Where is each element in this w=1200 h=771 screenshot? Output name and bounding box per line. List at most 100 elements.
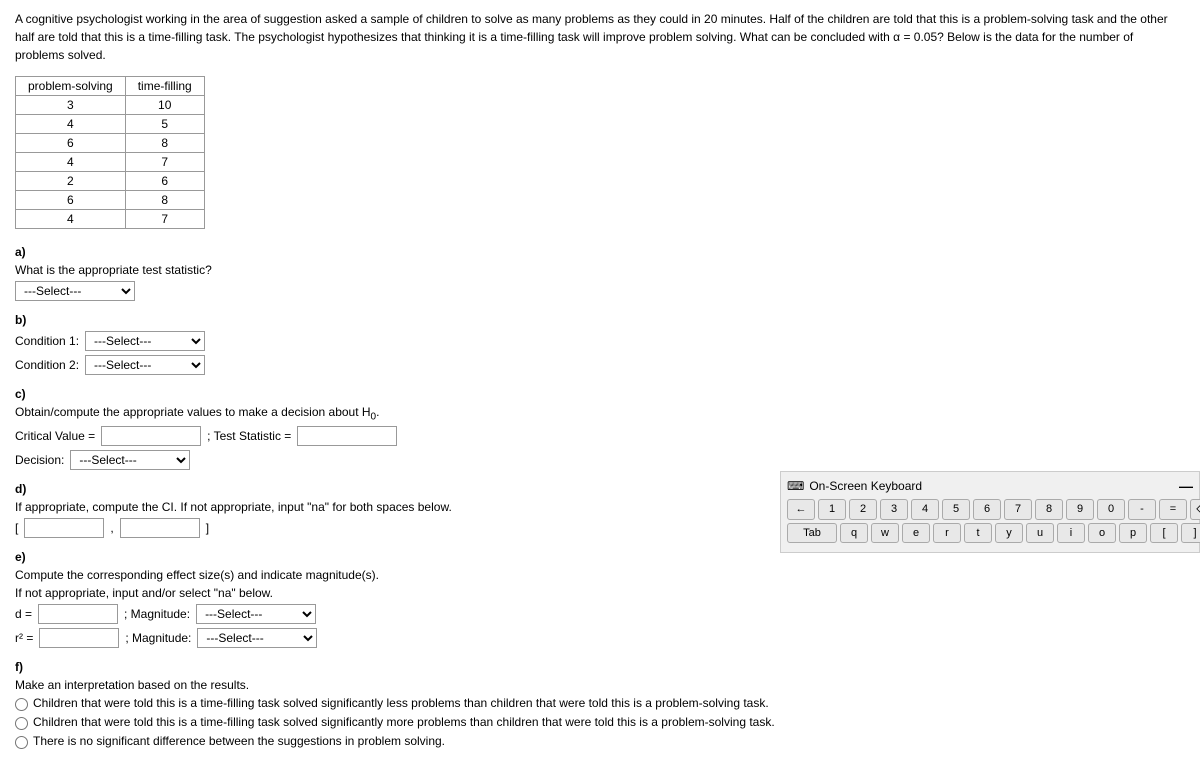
osk-row-2: Tabqwertyuiop[]\DelEndPgDn bbox=[787, 523, 1193, 543]
f-radio-2[interactable] bbox=[15, 736, 28, 749]
d-label: d = bbox=[15, 607, 32, 621]
r2-magnitude-select[interactable]: ---Select--- bbox=[197, 628, 317, 648]
osk-key[interactable]: 0 bbox=[1097, 499, 1125, 520]
osk-key[interactable]: 2 bbox=[849, 499, 877, 520]
problem-text: A cognitive psychologist working in the … bbox=[15, 10, 1185, 64]
f-option-label-1: Children that were told this is a time-f… bbox=[33, 715, 775, 729]
table-cell: 8 bbox=[125, 134, 204, 153]
osk-key[interactable]: 4 bbox=[911, 499, 939, 520]
d-magnitude-label: ; Magnitude: bbox=[124, 607, 190, 621]
table-cell: 4 bbox=[16, 210, 126, 229]
col-header-time-filling: time-filling bbox=[125, 77, 204, 96]
section-b: b) Condition 1: ---Select--- Condition 2… bbox=[15, 313, 1185, 375]
radio-option: Children that were told this is a time-f… bbox=[15, 696, 1185, 711]
r2-magnitude-label: ; Magnitude: bbox=[125, 631, 191, 645]
osk-key[interactable]: ] bbox=[1181, 523, 1200, 543]
osk-close-button[interactable]: — bbox=[1179, 478, 1193, 494]
decision-label: Decision: bbox=[15, 453, 64, 467]
ci-close-bracket: ] bbox=[206, 521, 209, 535]
section-f-label: f) bbox=[15, 660, 1185, 674]
table-cell: 6 bbox=[16, 134, 126, 153]
osk-row-1: ←1234567890-=⌫HomePgUp bbox=[787, 499, 1193, 520]
table-cell: 5 bbox=[125, 115, 204, 134]
section-a: a) What is the appropriate test statisti… bbox=[15, 245, 1185, 301]
d-magnitude-select[interactable]: ---Select--- bbox=[196, 604, 316, 624]
osk-key[interactable]: ⌫ bbox=[1190, 499, 1200, 520]
table-cell: 6 bbox=[125, 172, 204, 191]
section-e-text2: If not appropriate, input and/or select … bbox=[15, 586, 1185, 600]
osk-key[interactable]: = bbox=[1159, 499, 1187, 520]
table-cell: 7 bbox=[125, 153, 204, 172]
f-option-label-0: Children that were told this is a time-f… bbox=[33, 696, 769, 710]
test-statistic-select[interactable]: ---Select--- bbox=[15, 281, 135, 301]
osk-key[interactable]: u bbox=[1026, 523, 1054, 543]
critical-value-input[interactable] bbox=[101, 426, 201, 446]
section-f: f) Make an interpretation based on the r… bbox=[15, 660, 1185, 749]
osk-key[interactable]: 6 bbox=[973, 499, 1001, 520]
section-a-text: What is the appropriate test statistic? bbox=[15, 263, 212, 277]
keyboard-icon: ⌨ bbox=[787, 479, 804, 493]
on-screen-keyboard: ⌨ On-Screen Keyboard — ←1234567890-=⌫Hom… bbox=[780, 471, 1200, 553]
section-e-text1: Compute the corresponding effect size(s)… bbox=[15, 568, 1185, 582]
table-cell: 2 bbox=[16, 172, 126, 191]
radio-option: Children that were told this is a time-f… bbox=[15, 715, 1185, 730]
osk-key[interactable]: 9 bbox=[1066, 499, 1094, 520]
section-b-label: b) bbox=[15, 313, 1185, 327]
test-statistic-label: ; Test Statistic = bbox=[207, 429, 291, 443]
osk-key[interactable]: 8 bbox=[1035, 499, 1063, 520]
ci-comma: , bbox=[110, 521, 113, 535]
section-c-text: Obtain/compute the appropriate values to… bbox=[15, 405, 379, 422]
d-input[interactable] bbox=[38, 604, 118, 624]
osk-key[interactable]: 5 bbox=[942, 499, 970, 520]
osk-key[interactable]: ← bbox=[787, 499, 815, 520]
critical-value-label: Critical Value = bbox=[15, 429, 95, 443]
table-cell: 10 bbox=[125, 96, 204, 115]
test-statistic-input[interactable] bbox=[297, 426, 397, 446]
osk-key[interactable]: Tab bbox=[787, 523, 837, 543]
table-cell: 8 bbox=[125, 191, 204, 210]
section-f-text: Make an interpretation based on the resu… bbox=[15, 678, 1185, 692]
osk-key[interactable]: [ bbox=[1150, 523, 1178, 543]
osk-key[interactable]: - bbox=[1128, 499, 1156, 520]
section-a-label: a) bbox=[15, 245, 1185, 259]
table-cell: 4 bbox=[16, 115, 126, 134]
f-radio-1[interactable] bbox=[15, 717, 28, 730]
r2-label: r² = bbox=[15, 631, 33, 645]
condition1-label: Condition 1: bbox=[15, 334, 79, 348]
decision-select[interactable]: ---Select--- bbox=[70, 450, 190, 470]
radio-option: There is no significant difference betwe… bbox=[15, 734, 1185, 749]
osk-key[interactable]: q bbox=[840, 523, 868, 543]
osk-key[interactable]: y bbox=[995, 523, 1023, 543]
osk-title: ⌨ On-Screen Keyboard bbox=[787, 479, 922, 493]
osk-key[interactable]: i bbox=[1057, 523, 1085, 543]
osk-key[interactable]: o bbox=[1088, 523, 1116, 543]
r2-input[interactable] bbox=[39, 628, 119, 648]
osk-title-text: On-Screen Keyboard bbox=[809, 479, 922, 493]
ci-lower-input[interactable] bbox=[24, 518, 104, 538]
condition1-select[interactable]: ---Select--- bbox=[85, 331, 205, 351]
section-e: e) Compute the corresponding effect size… bbox=[15, 550, 1185, 648]
osk-key[interactable]: p bbox=[1119, 523, 1147, 543]
osk-key[interactable]: w bbox=[871, 523, 899, 543]
f-radio-0[interactable] bbox=[15, 698, 28, 711]
osk-title-bar: ⌨ On-Screen Keyboard — bbox=[787, 478, 1193, 494]
table-cell: 6 bbox=[16, 191, 126, 210]
osk-key[interactable]: 3 bbox=[880, 499, 908, 520]
table-cell: 4 bbox=[16, 153, 126, 172]
condition2-select[interactable]: ---Select--- bbox=[85, 355, 205, 375]
section-c: c) Obtain/compute the appropriate values… bbox=[15, 387, 1185, 470]
osk-key[interactable]: r bbox=[933, 523, 961, 543]
col-header-problem-solving: problem-solving bbox=[16, 77, 126, 96]
ci-open-bracket: [ bbox=[15, 521, 18, 535]
ci-upper-input[interactable] bbox=[120, 518, 200, 538]
condition2-label: Condition 2: bbox=[15, 358, 79, 372]
osk-key[interactable]: 7 bbox=[1004, 499, 1032, 520]
f-option-label-2: There is no significant difference betwe… bbox=[33, 734, 445, 748]
osk-key[interactable]: 1 bbox=[818, 499, 846, 520]
data-table: problem-solving time-filling 31045684726… bbox=[15, 76, 205, 229]
osk-key[interactable]: t bbox=[964, 523, 992, 543]
section-c-label: c) bbox=[15, 387, 1185, 401]
table-cell: 3 bbox=[16, 96, 126, 115]
osk-key[interactable]: e bbox=[902, 523, 930, 543]
table-cell: 7 bbox=[125, 210, 204, 229]
